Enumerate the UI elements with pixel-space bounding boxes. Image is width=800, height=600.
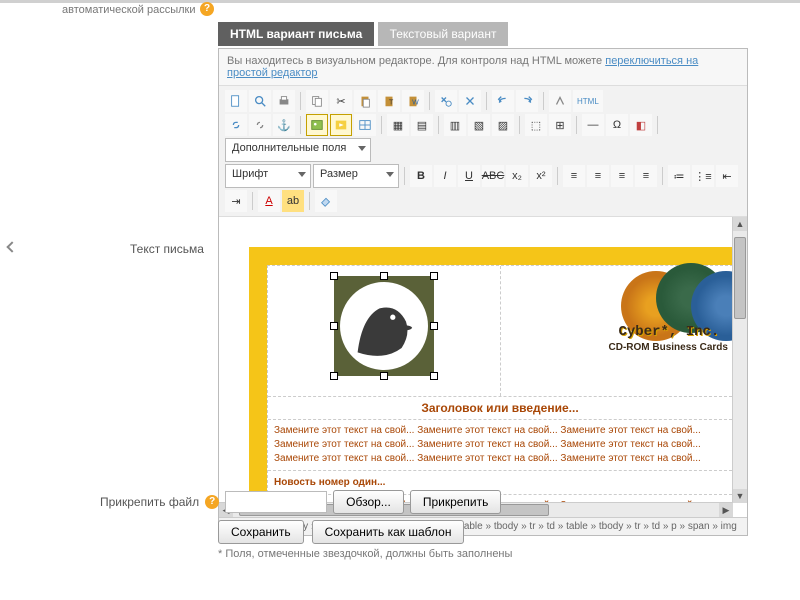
- link-icon[interactable]: [225, 114, 247, 136]
- file-input[interactable]: [225, 491, 327, 513]
- ul-icon[interactable]: ⋮≡: [692, 165, 714, 187]
- clean-icon[interactable]: [549, 90, 571, 112]
- paste-icon[interactable]: [354, 90, 376, 112]
- anchor-icon[interactable]: ⚓: [273, 114, 295, 136]
- sub-icon[interactable]: x₂: [506, 165, 528, 187]
- collapse-arrow-icon[interactable]: [5, 240, 17, 252]
- editor-canvas[interactable]: Cyber*, Inc. CD-ROM Business Cards Загол…: [219, 217, 747, 517]
- extra-fields-dropdown[interactable]: Дополнительные поля: [225, 138, 371, 162]
- editor-tabs: HTML вариант письма Текстовый вариант: [218, 22, 748, 48]
- browse-button[interactable]: Обзор...: [333, 490, 404, 514]
- ol-icon[interactable]: ≔: [668, 165, 690, 187]
- template-heading[interactable]: Заголовок или введение...: [268, 397, 732, 420]
- tbl1-icon[interactable]: ▦: [387, 114, 409, 136]
- font-dropdown[interactable]: Шрифт: [225, 164, 311, 188]
- tbl3-icon[interactable]: ▥: [444, 114, 466, 136]
- outdent-icon[interactable]: ⇤: [716, 165, 738, 187]
- text-color-icon[interactable]: A: [258, 190, 280, 212]
- save-button[interactable]: Сохранить: [218, 520, 304, 544]
- help-icon[interactable]: ?: [200, 2, 214, 16]
- image-icon[interactable]: [306, 114, 328, 136]
- find-icon[interactable]: [435, 90, 457, 112]
- align-justify-icon[interactable]: ≡: [635, 165, 657, 187]
- tbl4-icon[interactable]: ▧: [468, 114, 490, 136]
- redo-icon[interactable]: [516, 90, 538, 112]
- align-right-icon[interactable]: ≡: [611, 165, 633, 187]
- new-icon[interactable]: [225, 90, 247, 112]
- svg-text:T: T: [389, 100, 394, 107]
- strike-icon[interactable]: ABC: [482, 165, 504, 187]
- media-icon[interactable]: [330, 114, 352, 136]
- cyber-label: Cyber*, Inc.: [619, 324, 720, 340]
- template-para[interactable]: Замените этот текст на свой... Замените …: [268, 420, 732, 471]
- align-left-icon[interactable]: ≡: [563, 165, 585, 187]
- eraser-icon[interactable]: [315, 190, 337, 212]
- indent-icon[interactable]: ⇥: [225, 190, 247, 212]
- unlink-icon[interactable]: [249, 114, 271, 136]
- tbl5-icon[interactable]: ▨: [492, 114, 514, 136]
- replace-icon[interactable]: [459, 90, 481, 112]
- scrollbar-vertical[interactable]: ▲▼: [732, 217, 747, 503]
- split-icon[interactable]: ⊞: [549, 114, 571, 136]
- tbl2-icon[interactable]: ▤: [411, 114, 433, 136]
- editor-hint: Вы находитесь в визуальном редакторе. Дл…: [219, 49, 747, 85]
- bold-icon[interactable]: B: [410, 165, 432, 187]
- toolbar: ✂ T W HTML ⚓: [219, 85, 747, 217]
- preview-icon[interactable]: [249, 90, 271, 112]
- underline-icon[interactable]: U: [458, 165, 480, 187]
- selected-image[interactable]: [334, 276, 434, 376]
- sup-icon[interactable]: x²: [530, 165, 552, 187]
- align-center-icon[interactable]: ≡: [587, 165, 609, 187]
- cut-icon[interactable]: ✂: [330, 90, 352, 112]
- table-icon[interactable]: [354, 114, 376, 136]
- print-icon[interactable]: [273, 90, 295, 112]
- date-icon[interactable]: ◧: [630, 114, 652, 136]
- char-icon[interactable]: Ω: [606, 114, 628, 136]
- tab-text[interactable]: Текстовый вариант: [378, 22, 509, 46]
- paste-text-icon[interactable]: T: [378, 90, 400, 112]
- paste-word-icon[interactable]: W: [402, 90, 424, 112]
- cdrom-label: CD-ROM Business Cards: [609, 342, 728, 353]
- auto-mail-label: автоматической рассылки: [62, 4, 196, 16]
- merge-icon[interactable]: ⬚: [525, 114, 547, 136]
- save-template-button[interactable]: Сохранить как шаблон: [312, 520, 465, 544]
- attach-button[interactable]: Прикрепить: [410, 490, 502, 514]
- copy-icon[interactable]: [306, 90, 328, 112]
- tab-html[interactable]: HTML вариант письма: [218, 22, 374, 46]
- italic-icon[interactable]: I: [434, 165, 456, 187]
- help-attach-icon[interactable]: ?: [205, 495, 219, 509]
- required-note: * Поля, отмеченные звездочкой, должны бы…: [218, 548, 512, 560]
- bg-color-icon[interactable]: ab: [282, 190, 304, 212]
- hr-icon[interactable]: —: [582, 114, 604, 136]
- svg-text:W: W: [412, 100, 419, 107]
- undo-icon[interactable]: [492, 90, 514, 112]
- text-label: Текст письма: [130, 242, 204, 256]
- size-dropdown[interactable]: Размер: [313, 164, 399, 188]
- attach-label: Прикрепить файл: [100, 495, 199, 509]
- html-icon[interactable]: HTML: [573, 90, 603, 112]
